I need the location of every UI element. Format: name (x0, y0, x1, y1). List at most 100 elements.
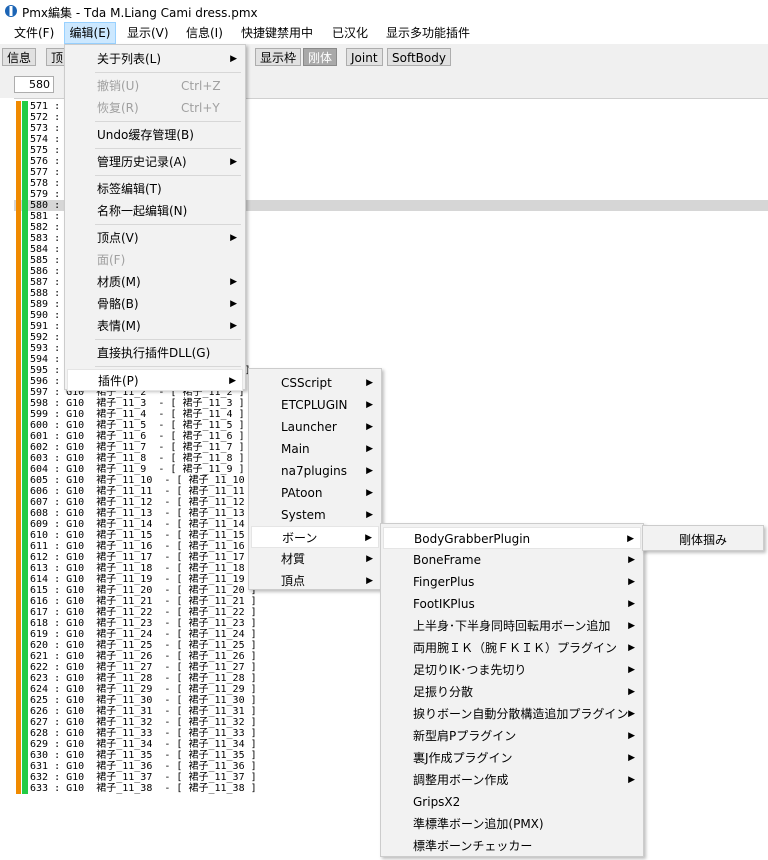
plugin-menu-item[interactable]: Launcher ▶ (251, 416, 379, 438)
list-item-label: 602 : G10 裙子_11_7 - [ 裙子_11_7 ] (30, 442, 245, 453)
bone-menu-item[interactable]: 足切りIK･つま先切り ▶ (383, 659, 641, 681)
plugin-menu-item[interactable]: ETCPLUGIN ▶ (251, 394, 379, 416)
menu-item-label: 顶点(V) (97, 231, 139, 245)
plugin-menu-item[interactable]: Main ▶ (251, 438, 379, 460)
menu-item-label: ボーン (282, 531, 318, 545)
list-item[interactable]: 608 : G10 裙子_11_13 - [ 裙子_11_13 ] (14, 508, 768, 519)
plugin-menu-item[interactable]: 材質 ▶ (251, 548, 379, 570)
plugin-menu-item[interactable]: na7plugins ▶ (251, 460, 379, 482)
edit-menu-item[interactable]: 表情(M) ▶ (67, 315, 243, 337)
list-item[interactable]: 606 : G10 裙子_11_11 - [ 裙子_11_11 ] (14, 486, 768, 497)
tab-rigid-body[interactable]: 刚体 (303, 48, 338, 66)
edit-menu-item[interactable]: 名称一起编辑(N) (67, 200, 243, 222)
edit-menu-item[interactable]: 骨骼(B) ▶ (67, 293, 243, 315)
menu-bar: 文件(F) 编辑(E) 显示(V) 信息(I) 快捷键禁用中 已汉化 显示多功能… (0, 22, 768, 44)
menu-item-label: 頂点 (281, 574, 306, 588)
status-marker-orange (16, 189, 21, 200)
edit-menu-item[interactable]: 顶点(V) ▶ (67, 227, 243, 249)
status-marker-orange (16, 596, 21, 607)
list-item[interactable]: 602 : G10 裙子_11_7 - [ 裙子_11_7 ] (14, 442, 768, 453)
menu-shortcut-disabled[interactable]: 快捷键禁用中 (241, 22, 313, 44)
edit-menu-item[interactable]: 关于列表(L) ▶ (67, 48, 243, 70)
bone-menu-item[interactable]: BodyGrabberPlugin ▶ (383, 527, 641, 549)
edit-menu-item[interactable]: 直接执行插件DLL(G) (67, 342, 243, 364)
tab-softbody[interactable]: SoftBody (387, 48, 451, 66)
status-marker-orange (16, 629, 21, 640)
status-marker-green (22, 266, 28, 277)
list-item-label: 594 : (30, 354, 61, 365)
tab-joint[interactable]: Joint (346, 48, 383, 66)
list-item-label: 578 : (30, 178, 61, 189)
edit-menu-item: 面(F) (67, 249, 243, 271)
list-item-label: 609 : G10 裙子_11_14 - [ 裙子_11_14 ] (30, 519, 257, 530)
status-marker-orange (16, 464, 21, 475)
bone-menu-item[interactable]: 捩りボーン自動分散構造追加プラグイン ▶ (383, 703, 641, 725)
bone-menu-item[interactable]: 上半身･下半身同時回転用ボーン追加 ▶ (383, 615, 641, 637)
plugin-menu-item[interactable]: System ▶ (251, 504, 379, 526)
edit-menu-item[interactable]: 标签编辑(T) (67, 178, 243, 200)
list-item-label: 613 : G10 裙子_11_18 - [ 裙子_11_18 ] (30, 563, 257, 574)
plugin-menu-item[interactable]: CSScript ▶ (251, 372, 379, 394)
bone-menu-item[interactable]: 準標準ボーン追加(PMX) (383, 813, 641, 835)
status-marker-orange (16, 123, 21, 134)
submenu-arrow-icon: ▶ (230, 321, 237, 331)
status-marker-orange (16, 574, 21, 585)
bone-menu-item[interactable]: GripsX2 (383, 791, 641, 813)
bone-menu-item[interactable]: BoneFrame ▶ (383, 549, 641, 571)
status-marker-green (22, 684, 28, 695)
menu-edit[interactable]: 编辑(E) (64, 22, 116, 44)
status-marker-orange (16, 728, 21, 739)
bone-menu-item[interactable]: 裏J作成プラグイン ▶ (383, 747, 641, 769)
list-item[interactable]: 603 : G10 裙子_11_8 - [ 裙子_11_8 ] (14, 453, 768, 464)
menu-show-plugins[interactable]: 显示多功能插件 (386, 22, 470, 44)
list-item-label: 576 : (30, 156, 61, 167)
tab-display-frame[interactable]: 显示枠 (255, 48, 302, 66)
plugin-menu-item[interactable]: 頂点 ▶ (251, 570, 379, 592)
bone-menu-item[interactable]: 両用腕ＩＫ（腕ＦＫＩＫ）プラグイン ▶ (383, 637, 641, 659)
status-marker-green (22, 761, 28, 772)
submenu-arrow-icon: ▶ (230, 54, 237, 64)
list-item[interactable]: 600 : G10 裙子_11_5 - [ 裙子_11_5 ] (14, 420, 768, 431)
menu-item-label: GripsX2 (413, 795, 461, 809)
list-item-label: 582 : (30, 222, 61, 233)
status-marker-orange (16, 673, 21, 684)
list-item[interactable]: 604 : G10 裙子_11_9 - [ 裙子_11_9 ] (14, 464, 768, 475)
list-item-label: 610 : G10 裙子_11_15 - [ 裙子_11_15 ] (30, 530, 257, 541)
list-item[interactable]: 601 : G10 裙子_11_6 - [ 裙子_11_6 ] (14, 431, 768, 442)
tab-info[interactable]: 信息 (2, 48, 37, 66)
list-item[interactable]: 607 : G10 裙子_11_12 - [ 裙子_11_12 ] (14, 497, 768, 508)
list-item[interactable]: 605 : G10 裙子_11_10 - [ 裙子_11_10 ] (14, 475, 768, 486)
status-marker-green (22, 233, 28, 244)
list-item-label: 575 : (30, 145, 61, 156)
bone-menu-item[interactable]: 新型肩Pプラグイン ▶ (383, 725, 641, 747)
bodygrabber-menu-item[interactable]: 剛体掴み (645, 529, 761, 551)
plugin-menu-item[interactable]: ボーン ▶ (251, 526, 379, 548)
status-marker-green (22, 156, 28, 167)
bone-menu-item[interactable]: FootIKPlus ▶ (383, 593, 641, 615)
bone-menu-item[interactable]: 足振り分散 ▶ (383, 681, 641, 703)
bone-menu-item[interactable]: 調整用ボーン作成 ▶ (383, 769, 641, 791)
menu-localized[interactable]: 已汉化 (332, 22, 368, 44)
submenu-arrow-icon: ▶ (628, 775, 635, 785)
status-marker-green (22, 189, 28, 200)
status-marker-green (22, 497, 28, 508)
plugin-menu-item[interactable]: PAtoon ▶ (251, 482, 379, 504)
edit-menu-item[interactable]: 材质(M) ▶ (67, 271, 243, 293)
edit-menu-item[interactable]: Undo缓存管理(B) (67, 124, 243, 146)
menu-info[interactable]: 信息(I) (186, 22, 223, 44)
submenu-arrow-icon: ▶ (365, 533, 372, 543)
list-item[interactable]: 599 : G10 裙子_11_4 - [ 裙子_11_4 ] (14, 409, 768, 420)
status-marker-green (22, 530, 28, 541)
list-item-label: 621 : G10 裙子_11_26 - [ 裙子_11_26 ] (30, 651, 257, 662)
bone-menu-item[interactable]: 標準ボーンチェッカー (383, 835, 641, 857)
status-marker-green (22, 596, 28, 607)
bone-menu-item[interactable]: FingerPlus ▶ (383, 571, 641, 593)
status-marker-orange (16, 662, 21, 673)
edit-menu-item[interactable]: 插件(P) ▶ (67, 369, 243, 391)
edit-menu-item[interactable]: 管理历史记录(A) ▶ (67, 151, 243, 173)
index-input[interactable]: 580 (14, 76, 54, 93)
list-item[interactable]: 598 : G10 裙子_11_3 - [ 裙子_11_3 ] (14, 398, 768, 409)
status-marker-green (22, 365, 28, 376)
menu-file[interactable]: 文件(F) (14, 22, 54, 44)
menu-view[interactable]: 显示(V) (127, 22, 169, 44)
